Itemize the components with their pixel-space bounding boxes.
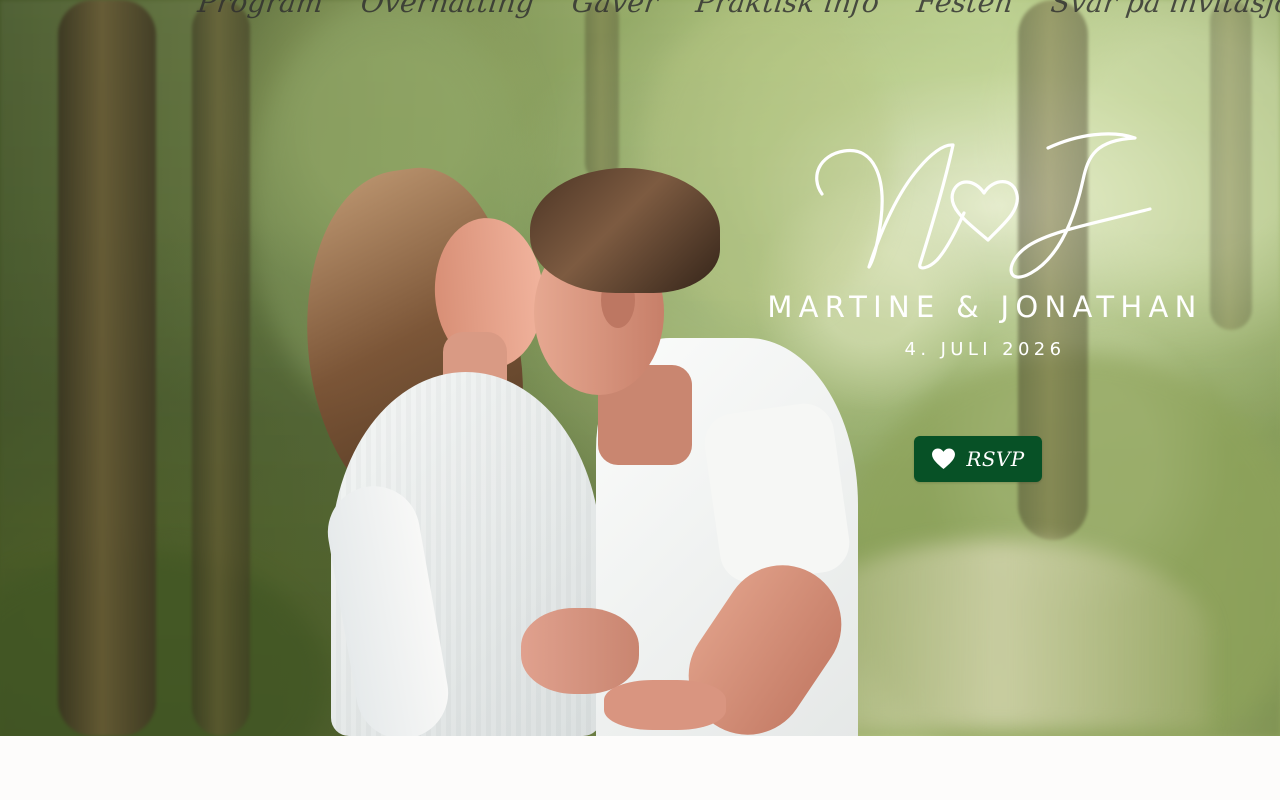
nav-festen[interactable]: Festen (915, 0, 1015, 19)
heart-icon (932, 448, 956, 470)
top-navigation: Program Overnatting Gaver Praktisk info … (196, 0, 1280, 19)
nav-svar-pa-invitasjon[interactable]: Svar på invitasjon (1049, 0, 1280, 19)
rsvp-button[interactable]: RSVP (914, 436, 1042, 482)
hero-photo-banner: Program Overnatting Gaver Praktisk info … (0, 0, 1280, 736)
forest-foliage (0, 550, 330, 736)
nav-overnatting[interactable]: Overnatting (359, 0, 536, 19)
wedding-title-block: M♡J MARTINE & JONATHAN 4. JULI 2026 RSVP (760, 130, 1210, 490)
tree-trunk (1210, 0, 1252, 330)
monogram: M♡J (790, 130, 1152, 280)
monogram-m (815, 143, 966, 270)
joined-hands (521, 608, 639, 694)
wedding-date: 4. JULI 2026 (904, 339, 1066, 360)
tree-trunk (585, 0, 619, 180)
blank-content-area (0, 736, 1280, 800)
hand (604, 680, 726, 730)
nav-praktisk-info[interactable]: Praktisk info (694, 0, 881, 19)
monogram-heart-icon (950, 180, 1019, 242)
couple-names: MARTINE & JONATHAN (767, 290, 1203, 324)
monogram-script (815, 132, 1152, 279)
man-hair (530, 168, 720, 293)
rsvp-label: RSVP (966, 447, 1025, 471)
nav-program[interactable]: Program (196, 0, 325, 19)
nav-gaver[interactable]: Gaver (570, 0, 660, 19)
monogram-j (1009, 132, 1152, 279)
tree-trunk (58, 0, 156, 736)
tree-trunk (192, 0, 250, 736)
